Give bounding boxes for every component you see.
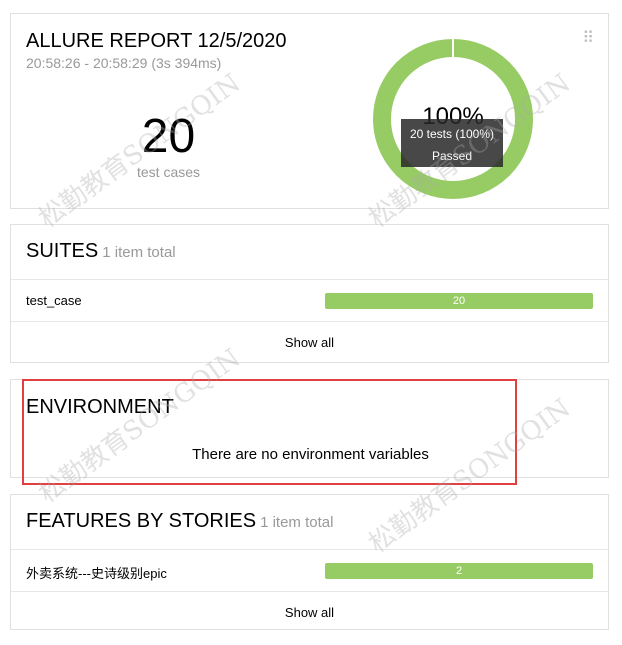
drag-handle-icon[interactable]: ⠿: [582, 28, 594, 48]
features-widget: FEATURES BY STORIES 1 item total 外卖系统---史…: [10, 494, 609, 630]
summary-widget: ALLURE REPORT 12/5/2020 20:58:26 - 20:58…: [10, 13, 609, 209]
feature-row[interactable]: 外卖系统---史诗级别epic 2: [11, 550, 608, 592]
tooltip-status: Passed: [431, 149, 473, 163]
features-title: FEATURES BY STORIES 1 item total: [26, 510, 333, 533]
environment-title: ENVIRONMENT: [26, 396, 174, 418]
suite-row[interactable]: test_case 20: [11, 280, 608, 322]
suites-title-text: SUITES: [26, 240, 99, 262]
feature-status-bar: 2: [325, 563, 593, 579]
suite-name: test_case: [26, 293, 82, 308]
feature-name: 外卖系统---史诗级别epic: [26, 566, 167, 581]
features-header: FEATURES BY STORIES 1 item total: [11, 495, 608, 550]
suite-status-bar: 20: [325, 293, 593, 309]
environment-widget: ENVIRONMENT There are no environment var…: [10, 379, 609, 478]
test-case-count: 20: [141, 110, 196, 163]
report-title: ALLURE REPORT 12/5/2020: [26, 30, 287, 52]
suites-header: SUITES 1 item total: [11, 225, 608, 280]
suites-title: SUITES 1 item total: [26, 240, 176, 263]
test-case-count-label: test cases: [136, 164, 201, 180]
donut-tooltip: 20 tests (100%) Passed: [401, 119, 503, 167]
report-time-range: 20:58:26 - 20:58:29 (3s 394ms): [26, 55, 222, 71]
features-title-text: FEATURES BY STORIES: [26, 510, 257, 532]
features-show-all-link[interactable]: Show all: [11, 592, 608, 633]
features-item-count: 1 item total: [260, 514, 334, 531]
suites-item-count: 1 item total: [102, 244, 176, 261]
suites-widget: SUITES 1 item total test_case 20 Show all: [10, 224, 609, 363]
suites-show-all-link[interactable]: Show all: [11, 322, 608, 363]
tooltip-test-count: 20 tests (100%): [409, 127, 495, 141]
environment-empty-message: There are no environment variables: [192, 446, 429, 463]
